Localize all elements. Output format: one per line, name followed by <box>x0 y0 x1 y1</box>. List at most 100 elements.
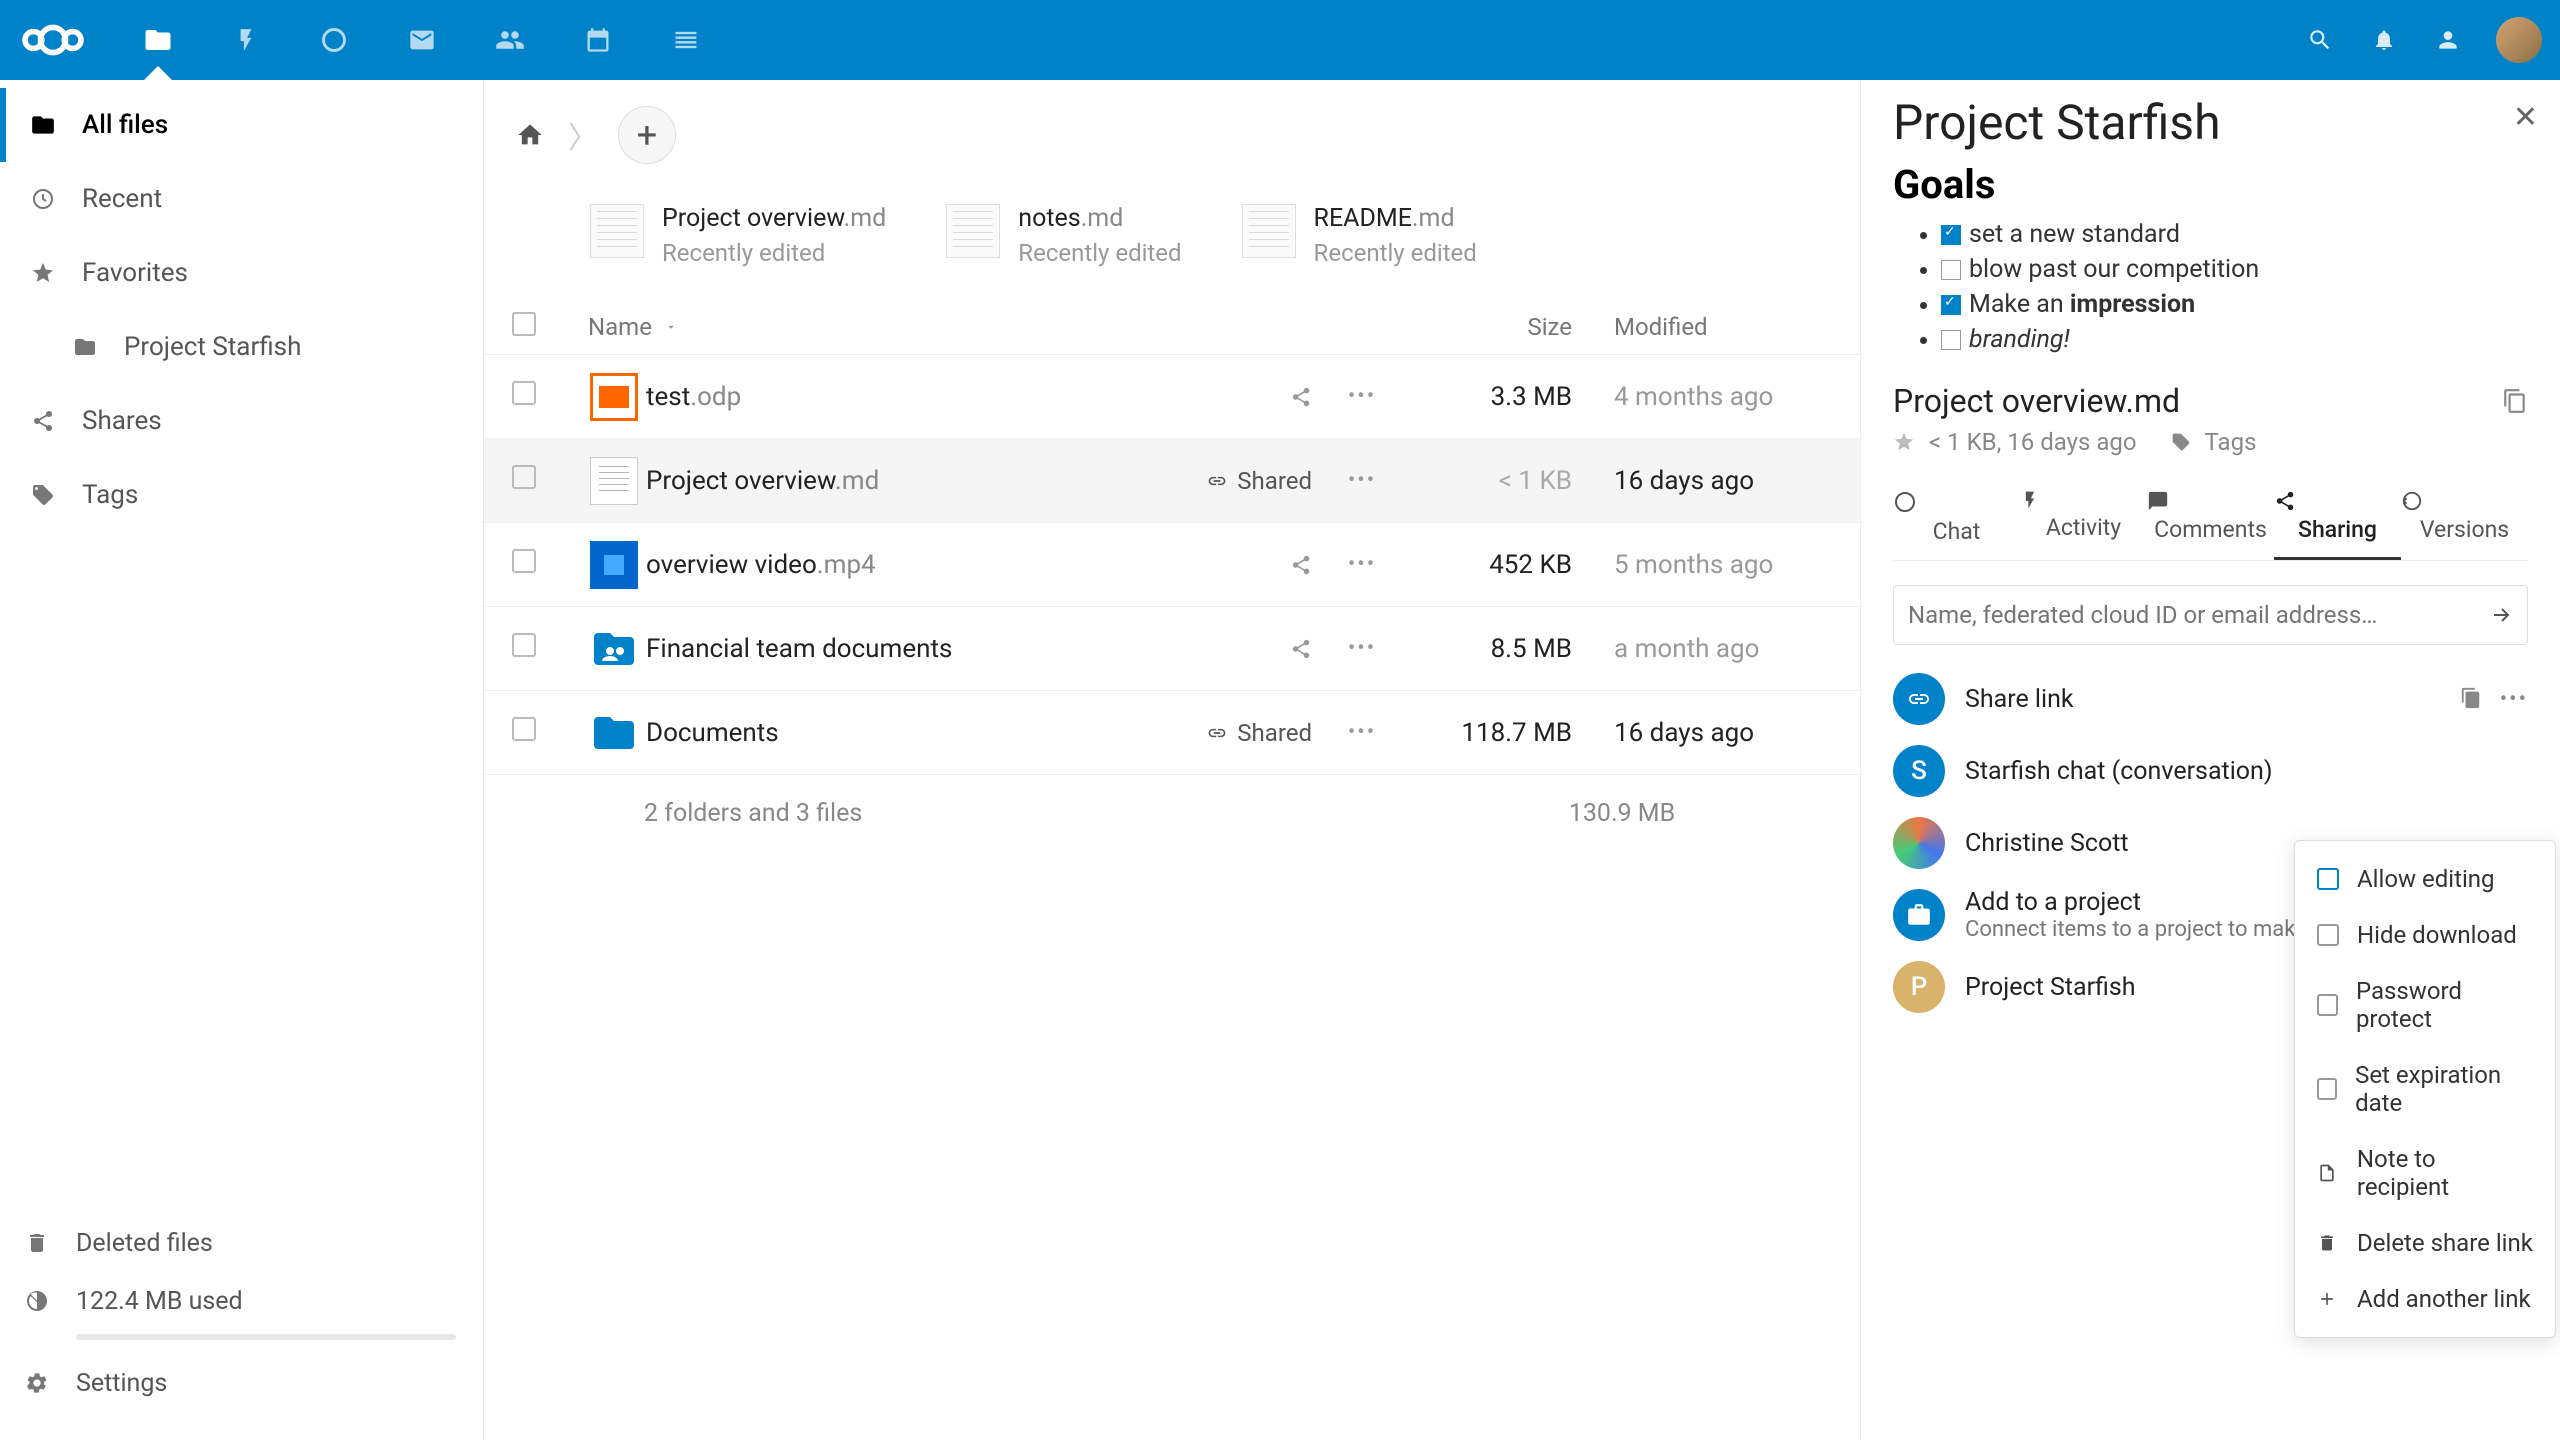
checkbox-icon <box>1941 295 1961 315</box>
sidebar: All files Recent Favorites Project Starf… <box>0 80 484 1440</box>
row-checkbox[interactable] <box>512 549 536 573</box>
menu-item[interactable]: Allow editing <box>2295 851 2555 907</box>
add-button[interactable]: + <box>618 106 676 164</box>
quota-label: 122.4 MB used <box>76 1287 243 1316</box>
tab-activity[interactable]: Activity <box>2020 478 2147 560</box>
file-row[interactable]: Financial team documents ••• 8.5 MB a mo… <box>484 607 1860 691</box>
sidebar-item-label: Recent <box>82 184 162 214</box>
menu-item[interactable]: Note to recipient <box>2295 1131 2555 1215</box>
menu-item[interactable]: Add another link <box>2295 1271 2555 1327</box>
nav-talk[interactable] <box>294 0 374 80</box>
quota-bar <box>76 1334 456 1340</box>
row-checkbox[interactable] <box>512 381 536 405</box>
more-icon[interactable]: ••• <box>1348 468 1376 493</box>
menu-item[interactable]: Hide download <box>2295 907 2555 963</box>
more-icon[interactable]: ••• <box>1348 552 1376 577</box>
file-thumb <box>590 204 644 258</box>
sidebar-item-recent[interactable]: Recent <box>0 162 483 236</box>
tab-versions[interactable]: Versions <box>2401 478 2528 560</box>
sidebar-item-shares[interactable]: Shares <box>0 384 483 458</box>
menu-item[interactable]: Password protect <box>2295 963 2555 1047</box>
close-icon[interactable]: ✕ <box>2513 100 2538 135</box>
row-checkbox[interactable] <box>512 717 536 741</box>
row-checkbox[interactable] <box>512 633 536 657</box>
recommendation-item[interactable]: Project overview.md Recently edited <box>590 204 886 267</box>
recommendation-item[interactable]: notes.md Recently edited <box>946 204 1181 267</box>
more-icon[interactable]: ••• <box>1348 636 1376 661</box>
star-icon[interactable] <box>1893 431 1915 453</box>
nav-mail[interactable] <box>382 0 462 80</box>
tag-icon[interactable] <box>2171 432 2191 452</box>
checkbox-icon <box>2317 868 2339 890</box>
more-icon[interactable]: ••• <box>1348 384 1376 409</box>
sidebar-quota: 122.4 MB used <box>20 1272 463 1330</box>
file-thumb <box>1242 204 1296 258</box>
share-icon[interactable] <box>1290 638 1312 660</box>
sidebar-deleted[interactable]: Deleted files <box>20 1214 463 1272</box>
tab-chat[interactable]: Chat <box>1893 478 2020 560</box>
col-name[interactable]: Name <box>588 313 652 341</box>
share-icon[interactable] <box>1290 554 1312 576</box>
sidebar-item-label: All files <box>82 110 168 140</box>
sidebar-item-allfiles[interactable]: All files <box>0 88 483 162</box>
file-thumb <box>946 204 1000 258</box>
nav-files[interactable] <box>118 0 198 80</box>
shared-indicator[interactable] <box>1162 386 1312 408</box>
sidebar-item-project[interactable]: Project Starfish <box>0 310 483 384</box>
file-row[interactable]: test.odp ••• 3.3 MB 4 months ago <box>484 355 1860 439</box>
recommendation-item[interactable]: README.md Recently edited <box>1242 204 1477 267</box>
tab-comments[interactable]: Comments <box>2147 478 2274 560</box>
file-modified: 16 days ago <box>1572 466 1832 496</box>
menu-item[interactable]: Delete share link <box>2295 1215 2555 1271</box>
file-row[interactable]: overview video.mp4 ••• 452 KB 5 months a… <box>484 523 1860 607</box>
share-item[interactable]: Share link ••• <box>1893 663 2528 735</box>
row-checkbox[interactable] <box>512 465 536 489</box>
file-row[interactable]: Documents Shared ••• 118.7 MB 16 days ag… <box>484 691 1860 775</box>
nav-contacts[interactable] <box>470 0 550 80</box>
breadcrumb: 〉 + <box>484 92 1860 188</box>
logo[interactable] <box>18 21 88 59</box>
tags-label[interactable]: Tags <box>2205 428 2257 456</box>
share-icon[interactable] <box>1290 386 1312 408</box>
share-label: Starfish chat (conversation) <box>1965 757 2508 786</box>
more-icon[interactable]: ••• <box>1348 720 1376 745</box>
menu-item[interactable]: Set expiration date <box>2295 1047 2555 1131</box>
sort-icon[interactable] <box>664 320 678 334</box>
file-row[interactable]: Project overview.md Shared ••• < 1 KB 16… <box>484 439 1860 523</box>
panel-file-name: Project overview.md <box>1893 382 2180 420</box>
search-icon[interactable] <box>2304 24 2336 56</box>
share-item[interactable]: S Starfish chat (conversation) <box>1893 735 2528 807</box>
menu-label: Password protect <box>2356 977 2533 1033</box>
sidebar-settings[interactable]: Settings <box>20 1354 463 1412</box>
sidebar-item-tags[interactable]: Tags <box>0 458 483 532</box>
more-icon[interactable]: ••• <box>2500 687 2528 712</box>
file-modified: 5 months ago <box>1572 550 1832 580</box>
notifications-icon[interactable] <box>2368 24 2400 56</box>
col-size[interactable]: Size <box>1372 313 1572 341</box>
nav-deck[interactable] <box>646 0 726 80</box>
settings-label: Settings <box>76 1369 167 1398</box>
shared-indicator[interactable] <box>1162 554 1312 576</box>
gear-icon <box>20 1371 54 1395</box>
nav-activity[interactable] <box>206 0 286 80</box>
home-icon[interactable] <box>512 117 548 153</box>
checkbox-icon <box>1941 260 1961 280</box>
share-input[interactable] <box>1908 601 2489 629</box>
col-modified[interactable]: Modified <box>1572 313 1832 341</box>
link-icon <box>1207 723 1227 743</box>
arrow-right-icon[interactable] <box>2489 603 2513 627</box>
clipboard-icon[interactable] <box>2460 687 2482 712</box>
nav-calendar[interactable] <box>558 0 638 80</box>
file-type-icon <box>584 709 644 757</box>
tab-sharing[interactable]: Sharing <box>2274 478 2401 560</box>
copy-icon[interactable] <box>2502 388 2528 414</box>
sidebar-item-favorites[interactable]: Favorites <box>0 236 483 310</box>
user-avatar[interactable] <box>2496 17 2542 63</box>
file-size: 8.5 MB <box>1412 634 1572 664</box>
contacts-menu-icon[interactable] <box>2432 24 2464 56</box>
shared-indicator[interactable] <box>1162 638 1312 660</box>
goals-header: Goals <box>1893 161 2528 208</box>
share-input-wrap <box>1893 585 2528 645</box>
select-all-checkbox[interactable] <box>512 312 536 336</box>
panel-tabs: ChatActivityCommentsSharingVersions <box>1893 478 2528 561</box>
